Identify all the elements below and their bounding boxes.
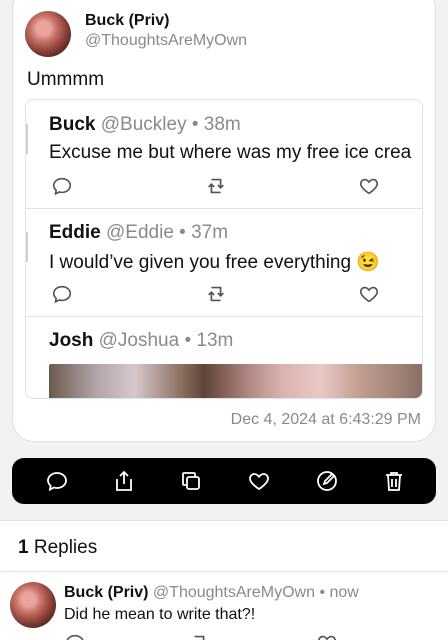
edit-icon[interactable] xyxy=(315,469,339,493)
thread-item-name: Eddie xyxy=(49,222,101,243)
thread-item-meta: @Eddie • 37m xyxy=(106,222,229,243)
trash-icon[interactable] xyxy=(382,469,406,493)
like-icon[interactable] xyxy=(358,283,380,305)
reply-actions xyxy=(0,632,448,640)
author-handle: @ThoughtsAreMyOwn xyxy=(85,32,248,49)
thread-line xyxy=(26,232,28,262)
repost-icon[interactable] xyxy=(188,632,210,640)
like-icon[interactable] xyxy=(358,175,380,197)
thread-item-name: Josh xyxy=(49,330,94,351)
replies-header: 1 Replies xyxy=(0,520,448,572)
reply-text: Did he mean to write that?! xyxy=(64,606,256,623)
thread-item[interactable]: Eddie @Eddie • 37m I would’ve given you … xyxy=(26,208,422,317)
repost-icon[interactable] xyxy=(205,283,227,305)
post-author[interactable]: Buck (Priv) @ThoughtsAreMyOwn xyxy=(25,11,247,57)
thread-item[interactable]: Buck @Buckley • 38m Excuse me but where … xyxy=(26,100,422,209)
author-info: Buck (Priv) @ThoughtsAreMyOwn xyxy=(85,11,247,57)
avatar[interactable] xyxy=(10,582,56,628)
post-timestamp: Dec 4, 2024 at 6:43:29 PM xyxy=(230,411,421,428)
thread-item-actions xyxy=(26,175,422,197)
thread-item-meta: @Joshua • 13m xyxy=(98,330,234,351)
thread-item-text: Excuse me but where was my free ice crea xyxy=(49,142,412,163)
thread-item-header: Buck @Buckley • 38m xyxy=(49,114,241,136)
reply-item[interactable]: Buck (Priv) @ThoughtsAreMyOwn • now Did … xyxy=(0,572,448,640)
reply-header: Buck (Priv) @ThoughtsAreMyOwn • now xyxy=(64,584,359,602)
reply-icon[interactable] xyxy=(51,175,73,197)
share-icon[interactable] xyxy=(112,469,136,493)
thread-item-header: Josh @Joshua • 13m xyxy=(49,330,233,352)
replies-number: 1 xyxy=(18,537,29,558)
post-card: Buck (Priv) @ThoughtsAreMyOwn Ummmm Buck… xyxy=(12,0,436,442)
replies-label: Replies xyxy=(28,537,98,558)
reply-icon[interactable] xyxy=(45,469,69,493)
action-toolbar xyxy=(12,458,436,504)
replies-count: 1 Replies xyxy=(18,537,97,559)
reply-meta: @ThoughtsAreMyOwn • now xyxy=(152,584,359,601)
thread-item-media[interactable] xyxy=(49,364,422,398)
copy-icon[interactable] xyxy=(179,469,203,493)
reply-author-name: Buck (Priv) xyxy=(64,584,149,601)
post-text: Ummmm xyxy=(27,69,105,90)
thread-item-header: Eddie @Eddie • 37m xyxy=(49,222,228,244)
thread-item-name: Buck xyxy=(49,114,96,135)
avatar[interactable] xyxy=(25,11,71,57)
repost-icon[interactable] xyxy=(205,175,227,197)
like-icon[interactable] xyxy=(247,469,271,493)
like-icon[interactable] xyxy=(316,632,338,640)
thread-item-actions xyxy=(26,283,422,305)
reply-icon[interactable] xyxy=(64,632,86,640)
author-name: Buck (Priv) xyxy=(85,12,170,29)
reply-icon[interactable] xyxy=(51,283,73,305)
quoted-thread[interactable]: Buck @Buckley • 38m Excuse me but where … xyxy=(25,99,423,399)
thread-item-text: I would’ve given you free everything 😉 xyxy=(49,252,380,273)
thread-line xyxy=(26,124,28,154)
thread-item-meta: @Buckley • 38m xyxy=(100,114,241,135)
